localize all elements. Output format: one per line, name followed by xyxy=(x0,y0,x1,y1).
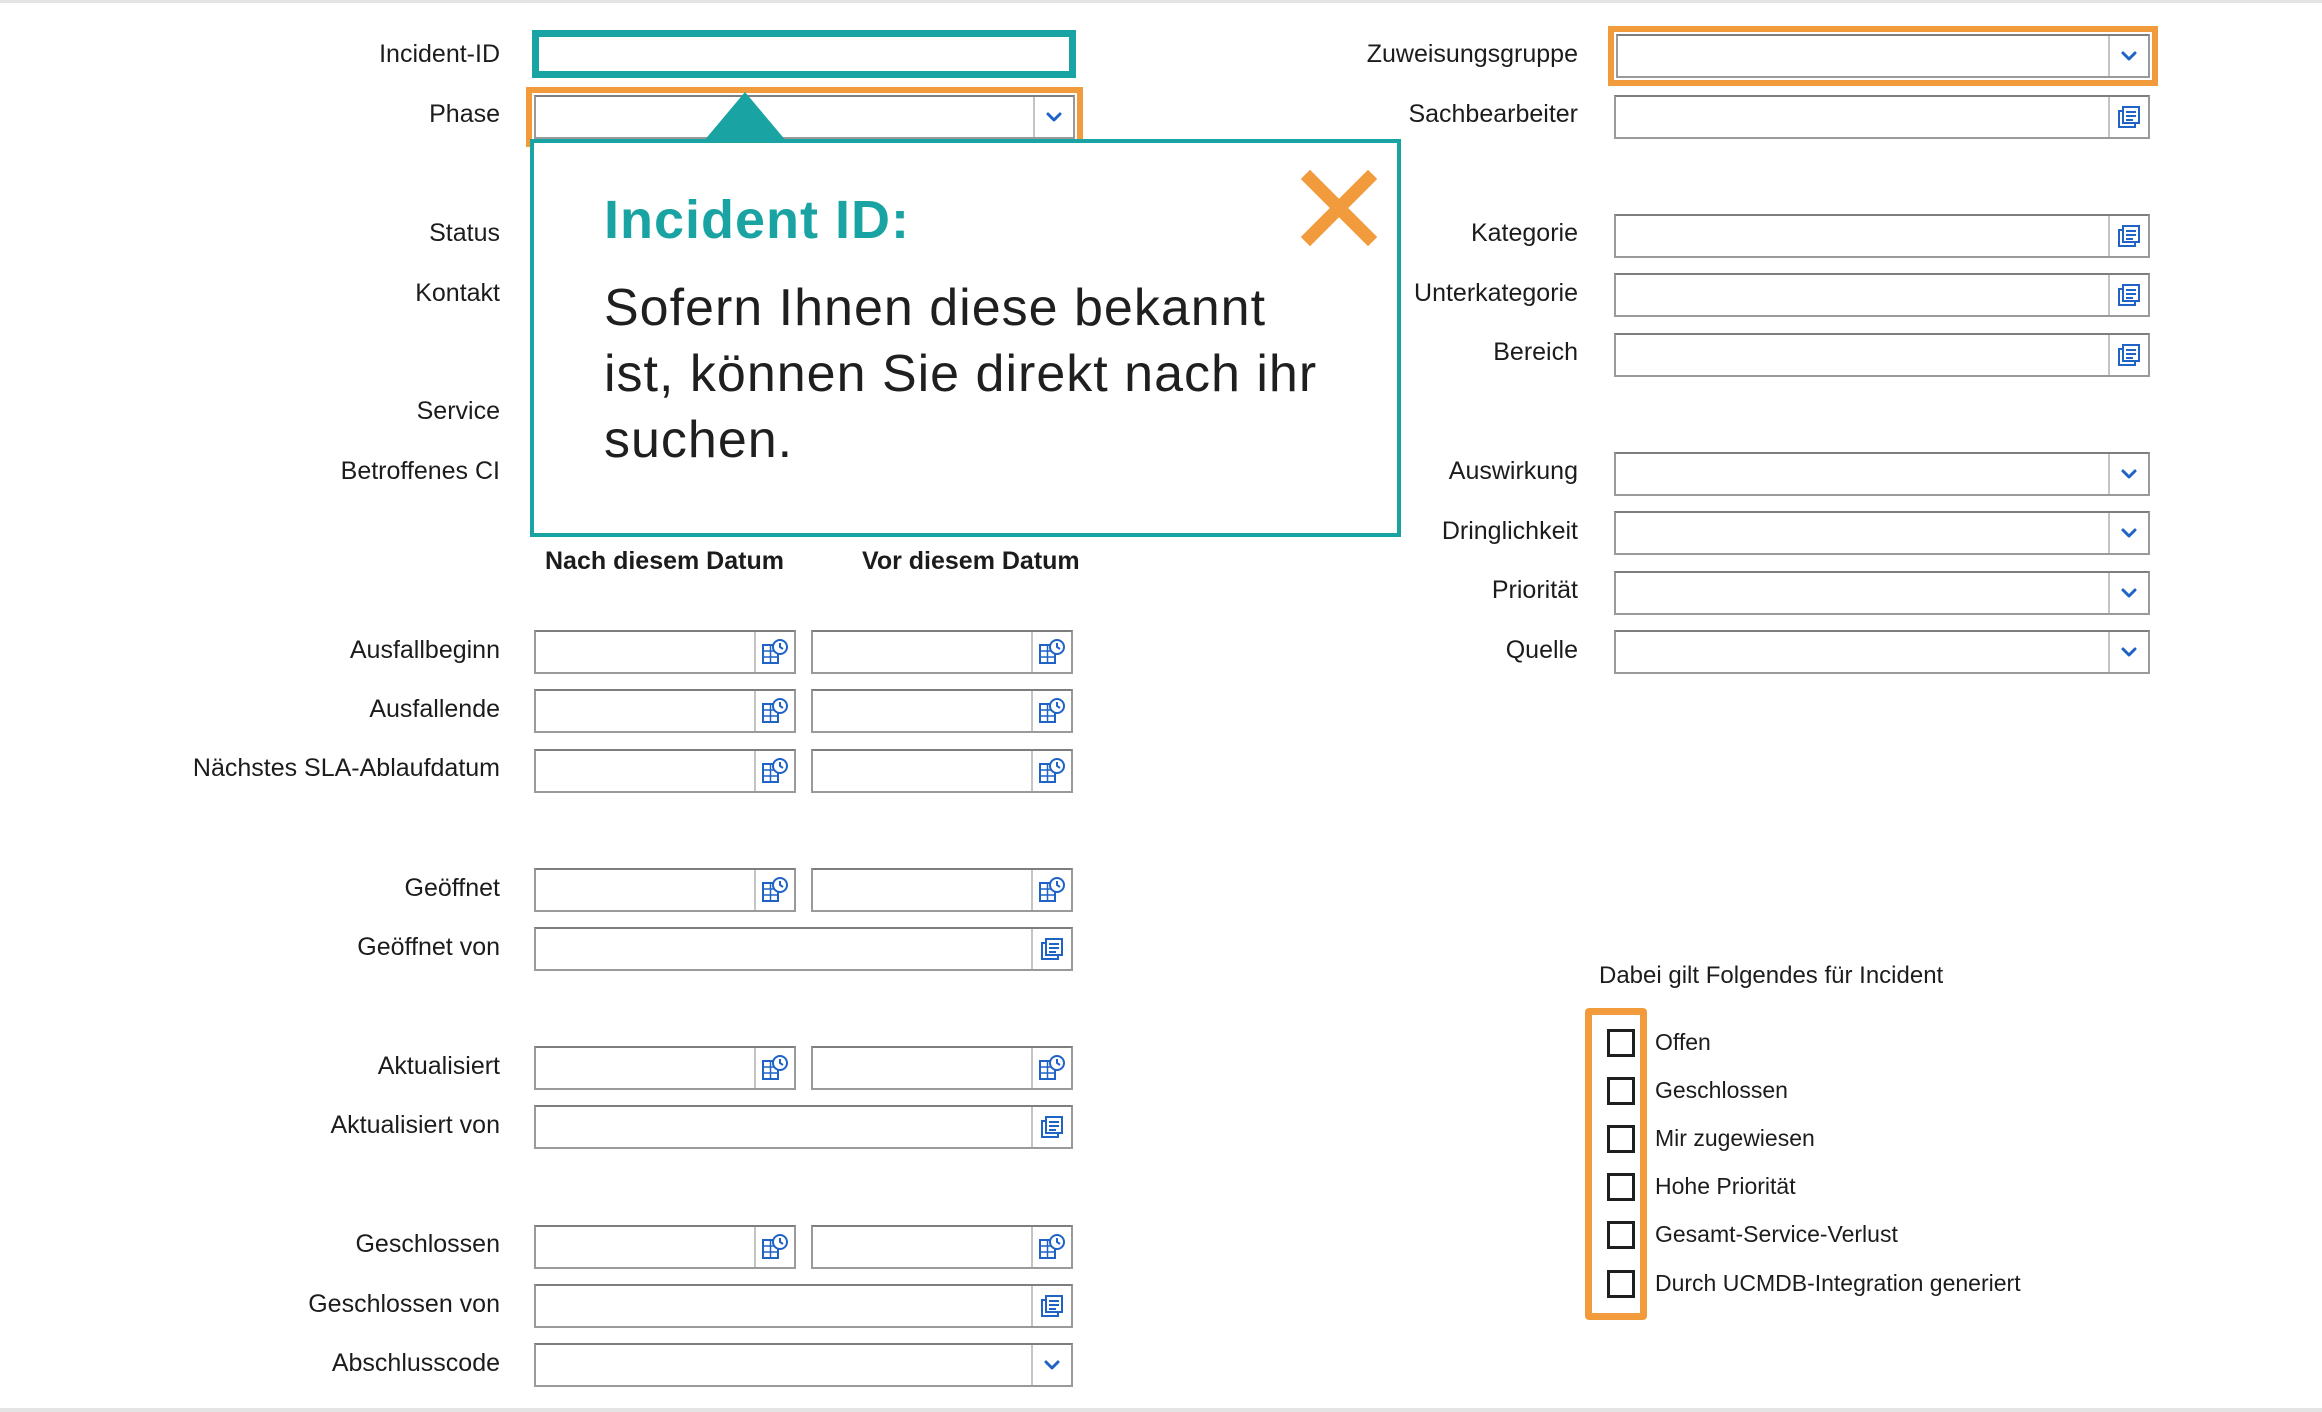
unterkategorie-input[interactable] xyxy=(1614,273,2150,317)
checkbox-ucmdb-integration[interactable] xyxy=(1607,1270,1635,1298)
lookup-list-icon[interactable] xyxy=(2108,216,2148,256)
auswirkung-select[interactable] xyxy=(1614,452,2150,496)
geoeffnet-before-input[interactable] xyxy=(811,868,1073,912)
checkbox-label-mir-zugewiesen: Mir zugewiesen xyxy=(1655,1125,1815,1151)
chevron-down-icon[interactable] xyxy=(2108,632,2148,672)
geschlossen-von-input[interactable] xyxy=(534,1284,1073,1328)
zuweisungsgruppe-select[interactable] xyxy=(1608,26,2158,86)
lookup-list-icon[interactable] xyxy=(1031,929,1071,969)
tooltip-body: Sofern Ihnen diese bekannt ist, können S… xyxy=(604,279,1318,469)
label-abschlusscode: Abschlusscode xyxy=(331,1349,500,1377)
checkbox-offen[interactable] xyxy=(1607,1029,1635,1057)
bereich-input[interactable] xyxy=(1614,333,2150,377)
column-header-before-date: Vor diesem Datum xyxy=(862,547,1080,575)
calendar-clock-icon[interactable] xyxy=(754,691,794,731)
label-service: Service xyxy=(416,397,500,425)
label-aktualisiert-von: Aktualisiert von xyxy=(330,1111,500,1139)
lookup-list-icon[interactable] xyxy=(2108,275,2148,315)
geschlossen-before-input[interactable] xyxy=(811,1225,1073,1269)
chevron-down-icon[interactable] xyxy=(2108,454,2148,494)
label-status: Status xyxy=(429,219,500,247)
tooltip-title: Incident ID: xyxy=(604,190,910,250)
geoeffnet-von-input[interactable] xyxy=(534,927,1073,971)
checkbox-hohe-prioritaet[interactable] xyxy=(1607,1173,1635,1201)
sla-before-input[interactable] xyxy=(811,749,1073,793)
lookup-list-icon[interactable] xyxy=(2108,335,2148,375)
abschlusscode-select[interactable] xyxy=(534,1343,1073,1387)
lookup-list-icon[interactable] xyxy=(1031,1286,1071,1326)
label-betroffenes-ci: Betroffenes CI xyxy=(340,457,500,485)
label-quelle: Quelle xyxy=(1505,636,1578,664)
dringlichkeit-select[interactable] xyxy=(1614,511,2150,555)
lookup-list-icon[interactable] xyxy=(2108,97,2148,137)
calendar-clock-icon[interactable] xyxy=(1031,691,1071,731)
top-divider xyxy=(0,0,2322,3)
sachbearbeiter-input[interactable] xyxy=(1614,95,2150,139)
calendar-clock-icon[interactable] xyxy=(1031,870,1071,910)
ausfallende-before-input[interactable] xyxy=(811,689,1073,733)
label-zuweisungsgruppe: Zuweisungsgruppe xyxy=(1366,40,1578,68)
calendar-clock-icon[interactable] xyxy=(754,870,794,910)
aktualisiert-after-input[interactable] xyxy=(534,1046,796,1090)
calendar-clock-icon[interactable] xyxy=(754,1048,794,1088)
chevron-down-icon[interactable] xyxy=(1033,97,1073,137)
sla-after-input[interactable] xyxy=(534,749,796,793)
column-header-after-date: Nach diesem Datum xyxy=(545,547,784,575)
checkbox-geschlossen[interactable] xyxy=(1607,1077,1635,1105)
ausfallbeginn-before-input[interactable] xyxy=(811,630,1073,674)
geschlossen-after-input[interactable] xyxy=(534,1225,796,1269)
label-geoeffnet-von: Geöffnet von xyxy=(357,933,500,961)
calendar-clock-icon[interactable] xyxy=(754,632,794,672)
checkbox-label-geschlossen: Geschlossen xyxy=(1655,1077,1788,1103)
checkbox-label-ucmdb-integration: Durch UCMDB-Integration generiert xyxy=(1655,1270,2021,1296)
checkbox-label-gesamt-service-verlust: Gesamt-Service-Verlust xyxy=(1655,1221,1898,1247)
kategorie-input[interactable] xyxy=(1614,214,2150,258)
close-x-icon[interactable] xyxy=(1296,165,1382,251)
incident-id-input[interactable] xyxy=(532,30,1076,78)
checkbox-label-offen: Offen xyxy=(1655,1029,1711,1055)
label-geoeffnet: Geöffnet xyxy=(404,874,500,902)
calendar-clock-icon[interactable] xyxy=(1031,751,1071,791)
label-geschlossen: Geschlossen xyxy=(355,1230,500,1258)
ausfallbeginn-after-input[interactable] xyxy=(534,630,796,674)
chevron-down-icon[interactable] xyxy=(2108,36,2148,76)
checkbox-gesamt-service-verlust[interactable] xyxy=(1607,1221,1635,1249)
calendar-clock-icon[interactable] xyxy=(754,751,794,791)
quelle-select[interactable] xyxy=(1614,630,2150,674)
checkbox-mir-zugewiesen[interactable] xyxy=(1607,1125,1635,1153)
label-aktualisiert: Aktualisiert xyxy=(377,1052,500,1080)
prioritaet-select[interactable] xyxy=(1614,571,2150,615)
calendar-clock-icon[interactable] xyxy=(754,1227,794,1267)
filter-heading: Dabei gilt Folgendes für Incident xyxy=(1599,962,1944,989)
label-sachbearbeiter: Sachbearbeiter xyxy=(1408,100,1578,128)
checkbox-label-hohe-prioritaet: Hohe Priorität xyxy=(1655,1173,1796,1199)
aktualisiert-before-input[interactable] xyxy=(811,1046,1073,1090)
geoeffnet-after-input[interactable] xyxy=(534,868,796,912)
label-ausfallende: Ausfallende xyxy=(369,695,500,723)
calendar-clock-icon[interactable] xyxy=(1031,1227,1071,1267)
label-incident-id: Incident-ID xyxy=(379,40,500,68)
tooltip-pointer xyxy=(703,92,787,142)
label-ausfallbeginn: Ausfallbeginn xyxy=(349,636,500,664)
phase-select[interactable] xyxy=(526,87,1083,147)
chevron-down-icon[interactable] xyxy=(1031,1345,1071,1385)
label-kontakt: Kontakt xyxy=(415,279,500,307)
lookup-list-icon[interactable] xyxy=(1031,1107,1071,1147)
aktualisiert-von-input[interactable] xyxy=(534,1105,1073,1149)
ausfallende-after-input[interactable] xyxy=(534,689,796,733)
chevron-down-icon[interactable] xyxy=(2108,513,2148,553)
label-sla-ablaufdatum: Nächstes SLA-Ablaufdatum xyxy=(192,754,500,782)
label-geschlossen-von: Geschlossen von xyxy=(308,1290,500,1318)
help-tooltip: Incident ID: Sofern Ihnen diese bekannt … xyxy=(530,139,1401,537)
label-prioritaet: Priorität xyxy=(1491,576,1578,604)
chevron-down-icon[interactable] xyxy=(2108,573,2148,613)
label-phase: Phase xyxy=(429,100,500,128)
calendar-clock-icon[interactable] xyxy=(1031,1048,1071,1088)
calendar-clock-icon[interactable] xyxy=(1031,632,1071,672)
bottom-divider xyxy=(0,1408,2322,1412)
